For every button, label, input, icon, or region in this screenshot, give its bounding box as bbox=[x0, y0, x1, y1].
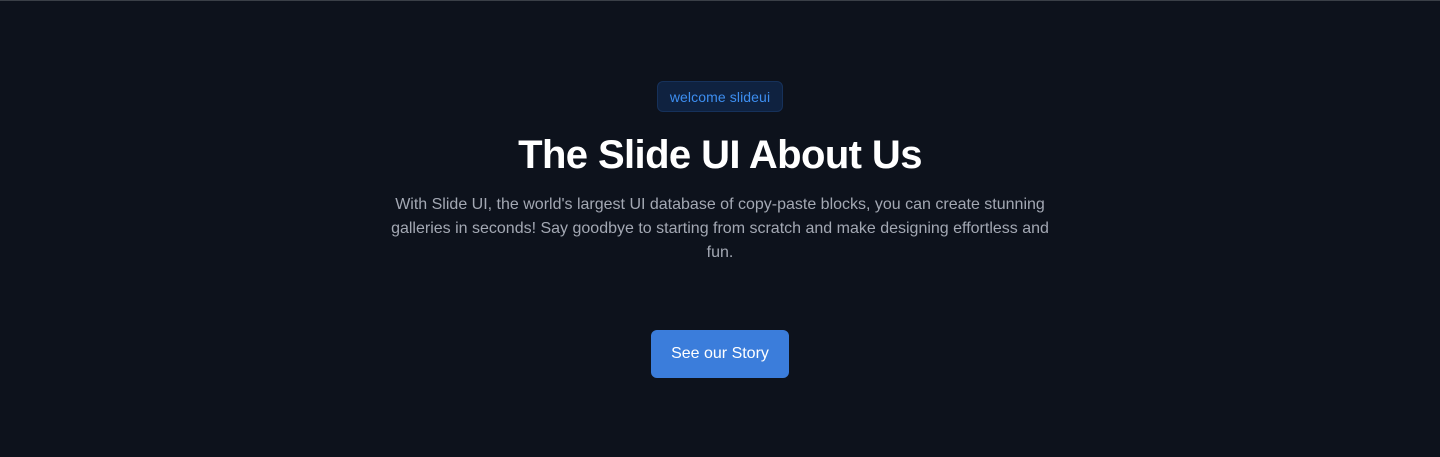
see-our-story-button[interactable]: See our Story bbox=[651, 330, 789, 378]
hero-description: With Slide UI, the world's largest UI da… bbox=[391, 196, 1049, 261]
welcome-badge: welcome slideui bbox=[656, 81, 784, 112]
about-hero-section: welcome slideui The Slide UI About Us Wi… bbox=[0, 0, 1440, 457]
page-title: The Slide UI About Us bbox=[518, 133, 922, 177]
